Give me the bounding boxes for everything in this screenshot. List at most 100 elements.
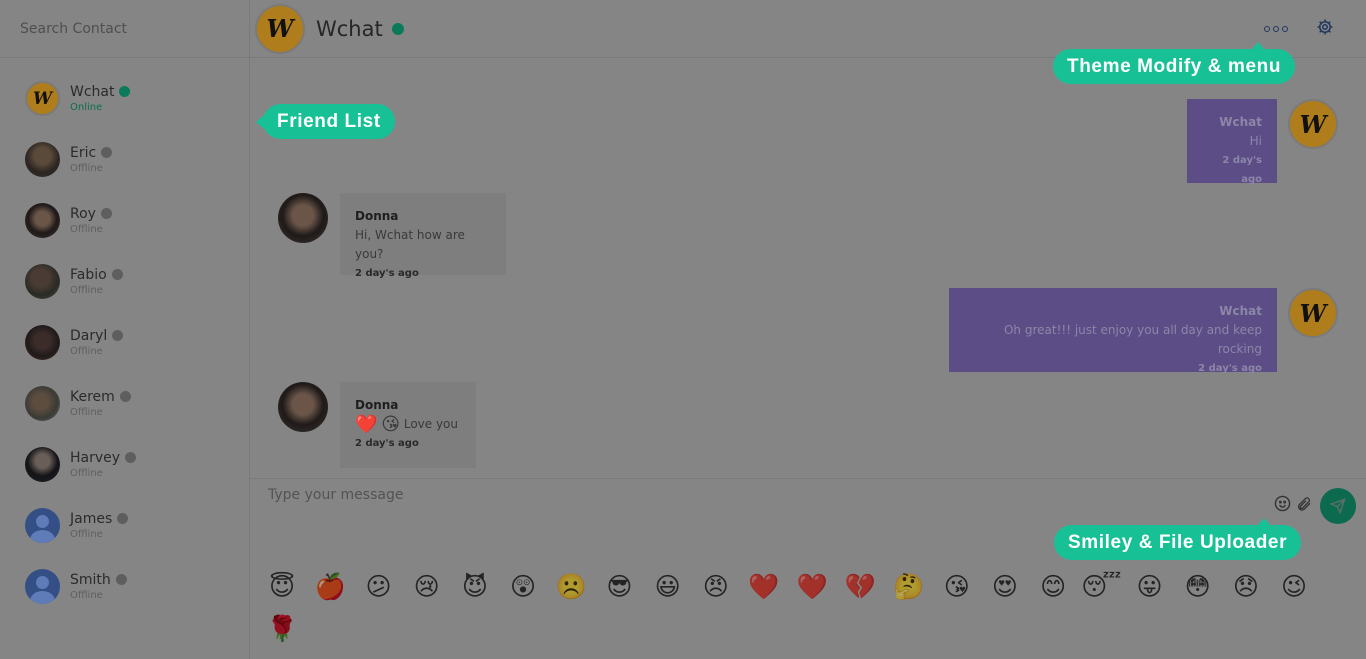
emoji-broken-heart-icon[interactable]: 💔 bbox=[836, 566, 884, 608]
message-time: 2 day's ago bbox=[355, 438, 419, 449]
emoji-wink-icon[interactable]: 😉 bbox=[1270, 566, 1318, 608]
contact-item-kerem[interactable]: Kerem Offline bbox=[0, 373, 249, 434]
message-input[interactable] bbox=[268, 487, 1168, 517]
contact-status: Offline bbox=[70, 406, 103, 418]
status-dot bbox=[101, 147, 113, 158]
paperclip-icon[interactable] bbox=[1296, 495, 1312, 513]
emoji-sunglasses-icon[interactable]: 😎 bbox=[595, 566, 643, 608]
message-bubble-outgoing: Wchat Hi 2 day's ago bbox=[1187, 99, 1277, 185]
avatar bbox=[25, 386, 60, 421]
avatar bbox=[25, 203, 60, 238]
message-text: Hi bbox=[1249, 134, 1262, 148]
emoji-angry-icon[interactable]: 😠 bbox=[692, 566, 740, 608]
avatar: W bbox=[25, 81, 60, 116]
contact-name: Roy bbox=[70, 205, 96, 222]
contact-status: Offline bbox=[70, 345, 103, 357]
contact-item-eric[interactable]: Eric Offline bbox=[0, 129, 249, 190]
message-text: Oh great!!! just enjoy you all day and k… bbox=[1003, 323, 1262, 356]
avatar bbox=[25, 447, 60, 482]
emoji-kiss-icon[interactable]: 😘 bbox=[933, 566, 981, 608]
contact-status: Offline bbox=[70, 467, 103, 479]
heart-icon: ❤️ bbox=[355, 414, 378, 435]
contact-status: Offline bbox=[70, 284, 103, 296]
contact-item-roy[interactable]: Roy Offline bbox=[0, 190, 249, 251]
message-time: 2 day's ago bbox=[355, 268, 419, 279]
chat-title: Wchat bbox=[316, 16, 383, 41]
contact-name: Fabio bbox=[70, 266, 107, 283]
message-sender: Wchat bbox=[1219, 304, 1262, 318]
emoji-angel-icon[interactable]: 😇 bbox=[258, 566, 306, 608]
contact-item-smith[interactable]: Smith Offline bbox=[0, 556, 249, 617]
default-user-icon bbox=[25, 569, 60, 604]
message-bubble-outgoing: Wchat Oh great!!! just enjoy you all day… bbox=[949, 288, 1277, 374]
paper-plane-icon bbox=[1330, 498, 1346, 514]
contact-item-fabio[interactable]: Fabio Offline bbox=[0, 251, 249, 312]
kiss-face-icon: 😘 bbox=[381, 414, 401, 435]
emoji-frown-icon[interactable]: ☹️ bbox=[547, 566, 595, 608]
message-text-content: Love you bbox=[403, 417, 459, 431]
status-dot bbox=[100, 208, 112, 219]
message-sender: Donna bbox=[355, 209, 399, 223]
search-contact-input[interactable] bbox=[20, 20, 220, 37]
contact-list: W Wchat Online Eric Offline Roy Offline … bbox=[0, 58, 249, 617]
emoji-crying-icon[interactable]: 😢 bbox=[403, 566, 451, 608]
contact-item-james[interactable]: James Offline bbox=[0, 495, 249, 556]
emoji-thinking-icon[interactable]: 🤔 bbox=[884, 566, 932, 608]
message-time: 2 day's ago bbox=[1198, 363, 1262, 374]
message-sender: Wchat bbox=[1219, 115, 1262, 129]
theme-menu-callout: Theme Modify & menu bbox=[1053, 42, 1296, 84]
message-avatar bbox=[278, 193, 328, 243]
smiley-icon[interactable] bbox=[1274, 495, 1291, 512]
message-time: 2 day's ago bbox=[1222, 155, 1262, 185]
contact-name: Daryl bbox=[70, 327, 108, 344]
emoji-tray: 😇 🍎 😕 😢 😈 😲 ☹️ 😎 😃 😠 ❤️ ❤️ 💔 🤔 😘 😍 😊 😴 😛… bbox=[258, 566, 1338, 650]
emoji-sleeping-icon[interactable]: 😴 bbox=[1077, 566, 1125, 608]
contact-item-wchat[interactable]: W Wchat Online bbox=[0, 68, 249, 129]
message-avatar bbox=[278, 382, 328, 432]
emoji-devil-icon[interactable]: 😈 bbox=[451, 566, 499, 608]
avatar bbox=[25, 325, 60, 360]
default-user-icon bbox=[25, 508, 60, 543]
contact-status: Offline bbox=[70, 528, 103, 540]
contact-item-daryl[interactable]: Daryl Offline bbox=[0, 312, 249, 373]
emoji-heart-eyes-icon[interactable]: 😍 bbox=[981, 566, 1029, 608]
emoji-heart-icon[interactable]: ❤️ bbox=[788, 566, 836, 608]
emoji-smile-icon[interactable]: 😊 bbox=[1029, 566, 1077, 608]
avatar bbox=[25, 142, 60, 177]
emoji-shocked-icon[interactable]: 😲 bbox=[499, 566, 547, 608]
contact-status: Offline bbox=[70, 589, 103, 601]
message-bubble-incoming: Donna ❤️ 😘 Love you 2 day's ago bbox=[340, 382, 476, 468]
sidebar: W Wchat Online Eric Offline Roy Offline … bbox=[0, 0, 250, 659]
contact-item-harvey[interactable]: Harvey Offline bbox=[0, 434, 249, 495]
send-button[interactable] bbox=[1320, 488, 1356, 524]
search-bar bbox=[0, 0, 249, 58]
gear-icon[interactable] bbox=[1316, 18, 1334, 36]
online-status-dot bbox=[391, 22, 404, 35]
emoji-apple-icon[interactable]: 🍎 bbox=[306, 566, 354, 608]
smiley-uploader-callout: Smiley & File Uploader bbox=[1054, 518, 1302, 560]
emoji-confused-icon[interactable]: 😕 bbox=[354, 566, 402, 608]
status-dot bbox=[112, 330, 124, 341]
emoji-flushed-icon[interactable]: 😳 bbox=[1174, 566, 1222, 608]
emoji-heart-icon[interactable]: ❤️ bbox=[740, 566, 788, 608]
status-dot bbox=[111, 269, 123, 280]
emoji-tongue-icon[interactable]: 😛 bbox=[1125, 566, 1173, 608]
message-text: ❤️ 😘 Love you bbox=[355, 415, 461, 434]
status-dot bbox=[117, 513, 129, 524]
emoji-disappointed-icon[interactable]: 😞 bbox=[1222, 566, 1270, 608]
status-dot bbox=[119, 391, 131, 402]
emoji-rose-icon[interactable]: 🌹 bbox=[258, 608, 306, 650]
contact-name: Smith bbox=[70, 571, 111, 588]
emoji-grin-icon[interactable]: 😃 bbox=[644, 566, 692, 608]
status-dot bbox=[115, 574, 127, 585]
contact-status: Online bbox=[70, 101, 103, 113]
contact-status: Offline bbox=[70, 223, 103, 235]
status-dot bbox=[119, 86, 131, 97]
message-sender: Donna bbox=[355, 398, 399, 412]
status-dot bbox=[125, 452, 137, 463]
friend-list-callout: Friend List bbox=[256, 104, 395, 139]
message-bubble-incoming: Donna Hi, Wchat how are you? 2 day's ago bbox=[340, 193, 506, 279]
contact-name: Eric bbox=[70, 144, 97, 161]
ellipsis-icon[interactable] bbox=[1264, 26, 1288, 32]
contact-status: Offline bbox=[70, 162, 103, 174]
